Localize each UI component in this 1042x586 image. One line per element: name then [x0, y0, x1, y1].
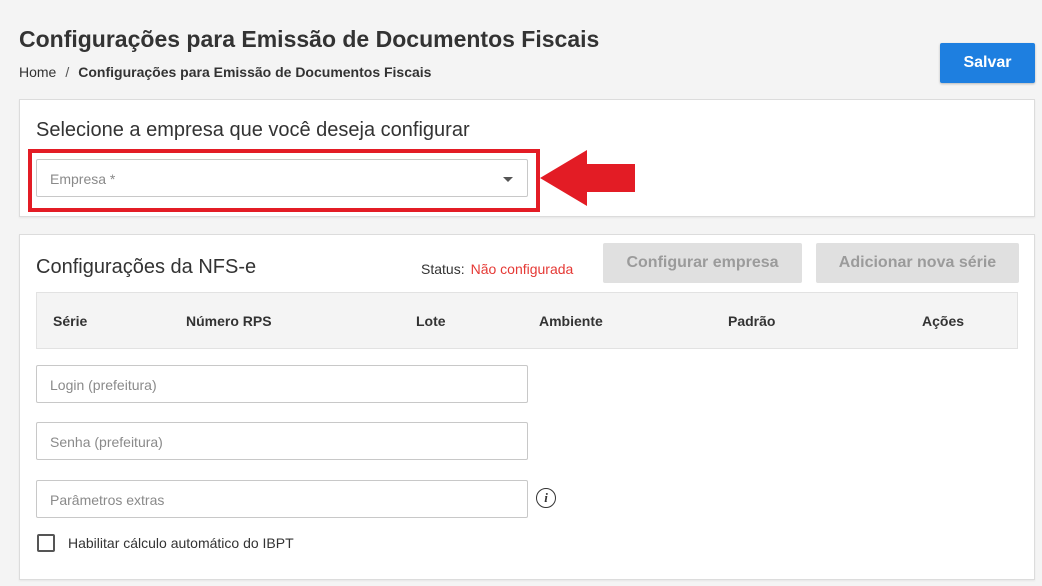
column-header-lote: Lote	[416, 313, 446, 329]
status-label: Status:	[421, 261, 465, 277]
column-header-numero-rps: Número RPS	[186, 313, 272, 329]
column-header-padrao: Padrão	[728, 313, 776, 329]
extra-params-input[interactable]: Parâmetros extras	[36, 480, 528, 518]
series-table-header: Série Número RPS Lote Ambiente Padrão Aç…	[36, 292, 1018, 349]
login-input-placeholder: Login (prefeitura)	[50, 377, 157, 393]
nfse-config-card: Configurações da NFS-e Status: Não config…	[19, 234, 1035, 580]
info-icon[interactable]: i	[536, 488, 556, 508]
company-section-title: Selecione a empresa que você deseja conf…	[36, 119, 470, 141]
save-button[interactable]: Salvar	[940, 43, 1035, 83]
status-badge: Não configurada	[470, 261, 574, 277]
password-input[interactable]: Senha (prefeitura)	[36, 422, 528, 460]
company-select-card: Selecione a empresa que você deseja conf…	[19, 99, 1035, 217]
configure-company-button[interactable]: Configurar empresa	[603, 243, 802, 283]
page-title: Configurações para Emissão de Documentos…	[19, 26, 600, 52]
red-arrow-icon	[540, 150, 635, 206]
breadcrumb-home-link[interactable]: Home	[19, 64, 56, 80]
column-header-ambiente: Ambiente	[539, 313, 603, 329]
company-select[interactable]: Empresa *	[36, 159, 528, 197]
login-input[interactable]: Login (prefeitura)	[36, 365, 528, 403]
breadcrumb: Home / Configurações para Emissão de Doc…	[19, 64, 431, 80]
add-series-button[interactable]: Adicionar nova série	[816, 243, 1019, 283]
nfse-section-title: Configurações da NFS-e	[36, 256, 257, 278]
password-input-placeholder: Senha (prefeitura)	[50, 434, 163, 450]
column-header-acoes: Ações	[922, 313, 965, 329]
status-indicator: Status: Não configurada	[421, 261, 573, 277]
breadcrumb-current: Configurações para Emissão de Documentos…	[78, 64, 432, 80]
caret-down-icon	[503, 177, 513, 182]
ibpt-checkbox-label: Habilitar cálculo automático do IBPT	[68, 535, 294, 551]
breadcrumb-separator: /	[65, 64, 70, 80]
company-select-placeholder: Empresa *	[50, 171, 116, 187]
column-header-serie: Série	[53, 313, 88, 329]
extra-params-input-placeholder: Parâmetros extras	[50, 492, 165, 508]
ibpt-checkbox[interactable]	[37, 534, 55, 552]
